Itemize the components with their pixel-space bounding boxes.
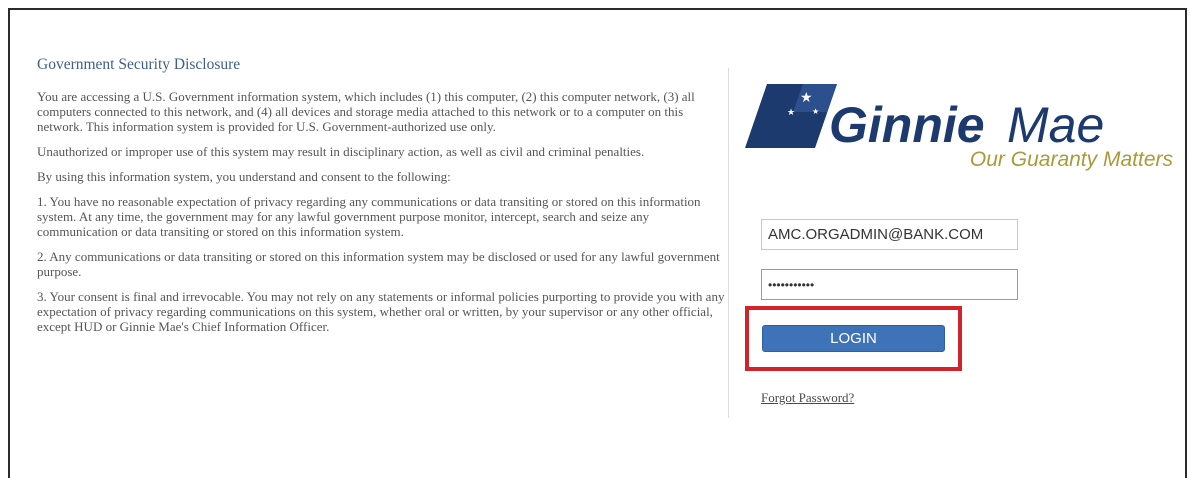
ginnie-mae-logo: ★ ★ ★ Ginnie Mae Our Guaranty Matters [745, 82, 1175, 172]
login-button[interactable]: LOGIN [762, 325, 945, 352]
password-field[interactable] [761, 269, 1018, 300]
logo-name-light: Mae [1007, 97, 1104, 153]
disclosure-paragraph: 2. Any communications or data transiting… [37, 249, 720, 279]
star-icon: ★ [787, 108, 795, 118]
security-disclosure: Government Security Disclosure You are a… [37, 57, 727, 344]
logo-tagline: Our Guaranty Matters [970, 148, 1174, 171]
vertical-divider [728, 68, 729, 418]
disclosure-paragraph: You are accessing a U.S. Government info… [37, 89, 695, 134]
email-field[interactable] [761, 219, 1018, 250]
logo-name-bold: Ginnie [829, 97, 985, 153]
star-icon: ★ [800, 90, 813, 106]
disclosure-title: Government Security Disclosure [37, 56, 241, 73]
disclosure-paragraph: Unauthorized or improper use of this sys… [37, 144, 645, 159]
forgot-password-link[interactable]: Forgot Password? [761, 390, 854, 406]
disclosure-paragraph: 3. Your consent is final and irrevocable… [37, 289, 725, 334]
disclosure-paragraph: By using this information system, you un… [37, 169, 451, 184]
ginnie-mae-logo-mark: ★ ★ ★ Ginnie Mae Our Guaranty Matters [745, 84, 1174, 171]
disclosure-paragraph: 1. You have no reasonable expectation of… [37, 194, 701, 239]
star-icon: ★ [812, 107, 819, 116]
